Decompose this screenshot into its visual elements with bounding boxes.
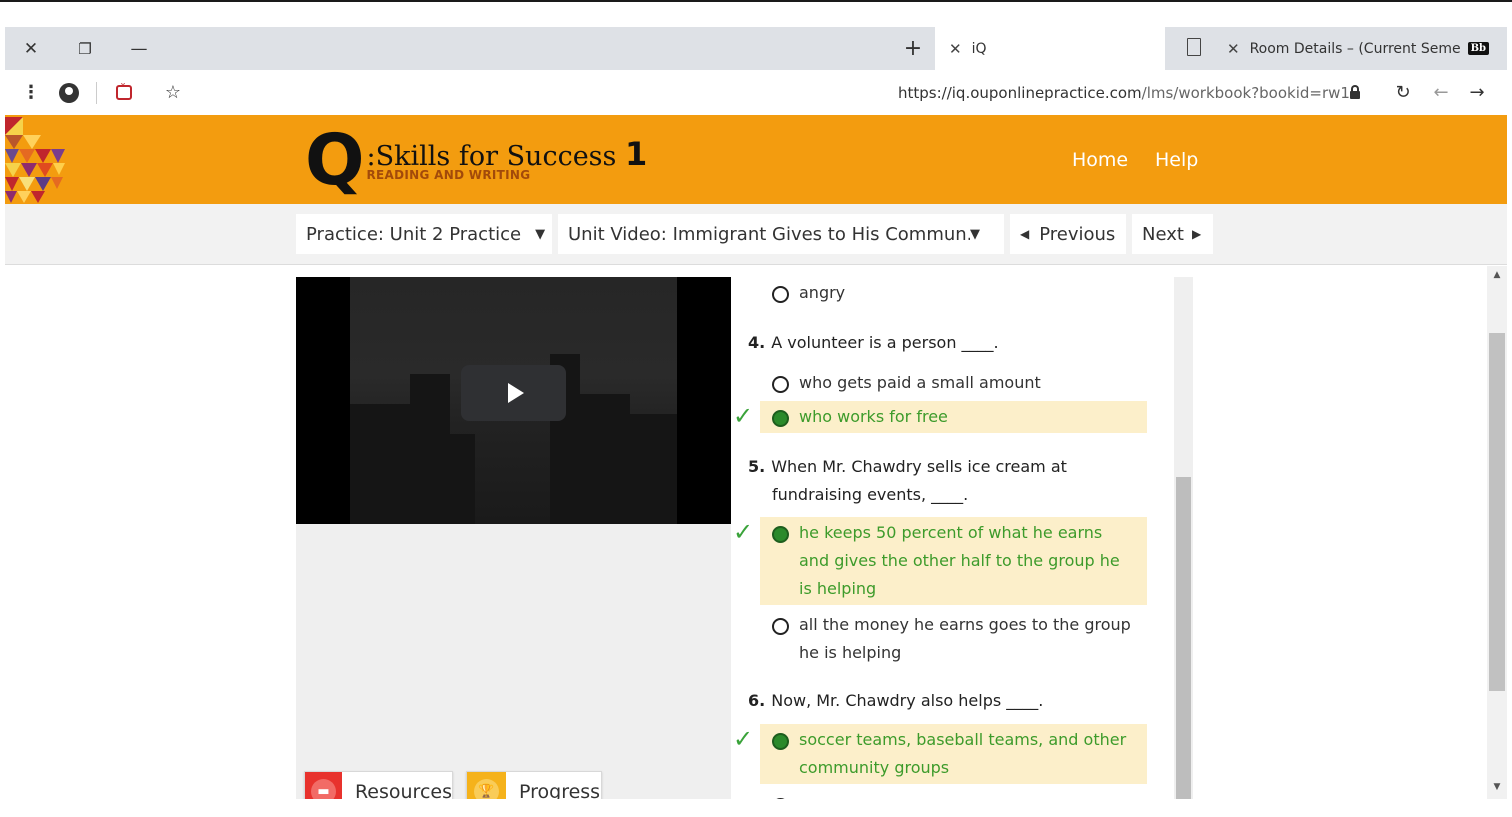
chevron-down-icon: ▼ — [535, 226, 546, 242]
answer-option-correct[interactable]: he keeps 50 percent of what he earns and… — [760, 517, 1147, 605]
question-text: Now, Mr. Chawdry also helps ____. — [771, 691, 1044, 710]
scroll-up-icon[interactable]: ▲ — [1487, 270, 1507, 280]
nav-home-link[interactable]: Home — [1072, 115, 1128, 204]
checkmark-icon: ✓ — [733, 402, 754, 430]
reload-icon[interactable]: ↻ — [1391, 70, 1415, 115]
option-text: who works for free — [799, 407, 948, 426]
video-player[interactable] — [296, 277, 731, 524]
star-icon[interactable]: ☆ — [161, 70, 185, 115]
radio-button[interactable] — [772, 618, 789, 635]
next-label: Next — [1142, 223, 1184, 245]
radio-button[interactable] — [772, 286, 789, 303]
forward-icon[interactable]: → — [1465, 70, 1489, 115]
mosaic-logo-icon — [5, 117, 65, 203]
tab-room-details[interactable]: ✕ Room Details – (Current Semeste Bb — [1215, 27, 1503, 70]
checkmark-icon: ✓ — [733, 518, 754, 546]
answer-option-correct[interactable]: who works for free — [760, 401, 1147, 433]
question-number: 5. — [748, 457, 766, 476]
page-scrollbar-thumb[interactable] — [1489, 333, 1505, 691]
new-tab-icon[interactable]: + — [895, 27, 931, 70]
profile-icon[interactable] — [55, 70, 83, 115]
logo-title-line: :Skills for Success 1 — [367, 138, 648, 170]
option-text: all the money he earns goes to the group… — [799, 615, 1131, 662]
menu-icon[interactable]: ⋮ — [19, 70, 43, 115]
site-header: Q :Skills for Success 1 READING AND WRIT… — [5, 115, 1507, 204]
answer-option-partial[interactable] — [760, 789, 1147, 799]
radio-button-selected[interactable] — [772, 733, 789, 750]
tab-iq[interactable]: ✕ iQ — [935, 27, 1165, 70]
question-number: 4. — [748, 333, 766, 352]
chevron-down-icon: ▼ — [970, 226, 980, 242]
back-icon[interactable]: ← — [1429, 70, 1453, 115]
activity-select-label: Unit Video: Immigrant Gives to His Commu… — [568, 223, 970, 245]
checkmark-icon: ✓ — [733, 725, 754, 753]
option-text: soccer teams, baseball teams, and other … — [799, 730, 1127, 777]
play-button[interactable] — [461, 365, 566, 421]
radio-button-selected[interactable] — [772, 526, 789, 543]
question-text: A volunteer is a person ____. — [771, 333, 999, 352]
progress-button[interactable]: 🏆 Progress — [466, 771, 602, 799]
triangle-right-icon: ▶ — [1191, 227, 1202, 241]
folder-icon: ▬ — [305, 772, 342, 799]
browser-address-bar: ⋮ ☆ https://iq.ouponlinepractice.com/lms… — [5, 70, 1507, 115]
previous-button[interactable]: ◀ Previous — [1010, 214, 1126, 254]
quiz-panel: angry 4. A volunteer is a person ____. wh… — [731, 277, 1174, 799]
triangle-left-icon: ◀ — [1020, 227, 1030, 241]
answer-option-correct[interactable]: soccer teams, baseball teams, and other … — [760, 724, 1147, 784]
video-panel — [296, 277, 731, 799]
document-icon — [1187, 38, 1201, 56]
logo-subtitle: READING AND WRITING — [366, 167, 531, 182]
url-host: https://iq.ouponlinepractice.com — [898, 83, 1142, 102]
minimize-window-icon[interactable]: — — [119, 27, 159, 70]
answer-option[interactable]: angry — [760, 277, 1147, 309]
blackboard-icon: Bb — [1467, 42, 1490, 55]
activity-select[interactable]: Unit Video: Immigrant Gives to His Commu… — [558, 214, 1004, 254]
tab-close-icon[interactable]: ✕ — [949, 40, 962, 58]
practice-select[interactable]: Practice: Unit 2 Practice ▼ — [296, 214, 552, 254]
tab-title: iQ — [971, 40, 987, 57]
next-button[interactable]: Next ▶ — [1132, 214, 1213, 254]
lock-icon[interactable] — [1345, 70, 1365, 115]
practice-select-label: Practice: Unit 2 Practice — [306, 223, 522, 245]
close-window-icon[interactable]: ✕ — [11, 27, 51, 70]
q-skills-logo: Q :Skills for Success 1 READING AND WRIT… — [305, 115, 647, 204]
resources-button[interactable]: ▬ Resources — [304, 771, 453, 799]
page-scrollbar[interactable]: ▲ ▼ — [1487, 266, 1507, 799]
scroll-down-icon[interactable]: ▼ — [1487, 782, 1507, 792]
radio-button-selected[interactable] — [772, 410, 789, 427]
question-5: 5. When Mr. Chawdry sells ice cream at fu… — [748, 453, 1158, 509]
tab-close-icon[interactable]: ✕ — [1227, 40, 1240, 58]
question-number: 6. — [748, 691, 766, 710]
option-text: he keeps 50 percent of what he earns and… — [799, 523, 1120, 598]
url-field[interactable]: https://iq.ouponlinepractice.com/lms/wor… — [898, 70, 1350, 115]
question-text: When Mr. Chawdry sells ice cream at fund… — [771, 457, 1067, 504]
practice-toolbar: Practice: Unit 2 Practice ▼ Unit Video: … — [5, 204, 1507, 265]
option-text: who gets paid a small amount — [799, 373, 1041, 392]
nav-help-link[interactable]: Help — [1155, 115, 1198, 204]
radio-button[interactable] — [772, 376, 789, 393]
play-icon — [507, 383, 524, 403]
restore-window-icon[interactable]: ❐ — [65, 27, 105, 70]
pocket-icon[interactable] — [111, 70, 137, 115]
window-top-border — [0, 0, 1512, 2]
tab-title: Room Details – (Current Semeste — [1249, 40, 1460, 57]
url-path: /lms/workbook?bookid=rw1 — [1141, 83, 1350, 102]
logo-letter: Q — [305, 118, 364, 201]
main-content: angry 4. A volunteer is a person ____. wh… — [5, 266, 1507, 799]
question-4: 4. A volunteer is a person ____. — [748, 329, 1158, 357]
answer-option[interactable]: all the money he earns goes to the group… — [760, 609, 1147, 669]
question-6: 6. Now, Mr. Chawdry also helps ____. — [748, 687, 1158, 715]
option-text: angry — [799, 283, 846, 302]
quiz-scrollbar-thumb[interactable] — [1176, 477, 1191, 799]
radio-button[interactable] — [772, 798, 789, 799]
quiz-scrollbar[interactable] — [1174, 277, 1193, 799]
browser-tab-bar: ✕ ❐ — + ✕ iQ ✕ Room Details – (Current S… — [5, 27, 1507, 70]
resources-label: Resources — [354, 780, 452, 800]
trophy-icon: 🏆 — [467, 772, 506, 799]
answer-option[interactable]: who gets paid a small amount — [760, 367, 1147, 399]
previous-label: Previous — [1039, 223, 1116, 245]
progress-label: Progress — [519, 780, 601, 800]
